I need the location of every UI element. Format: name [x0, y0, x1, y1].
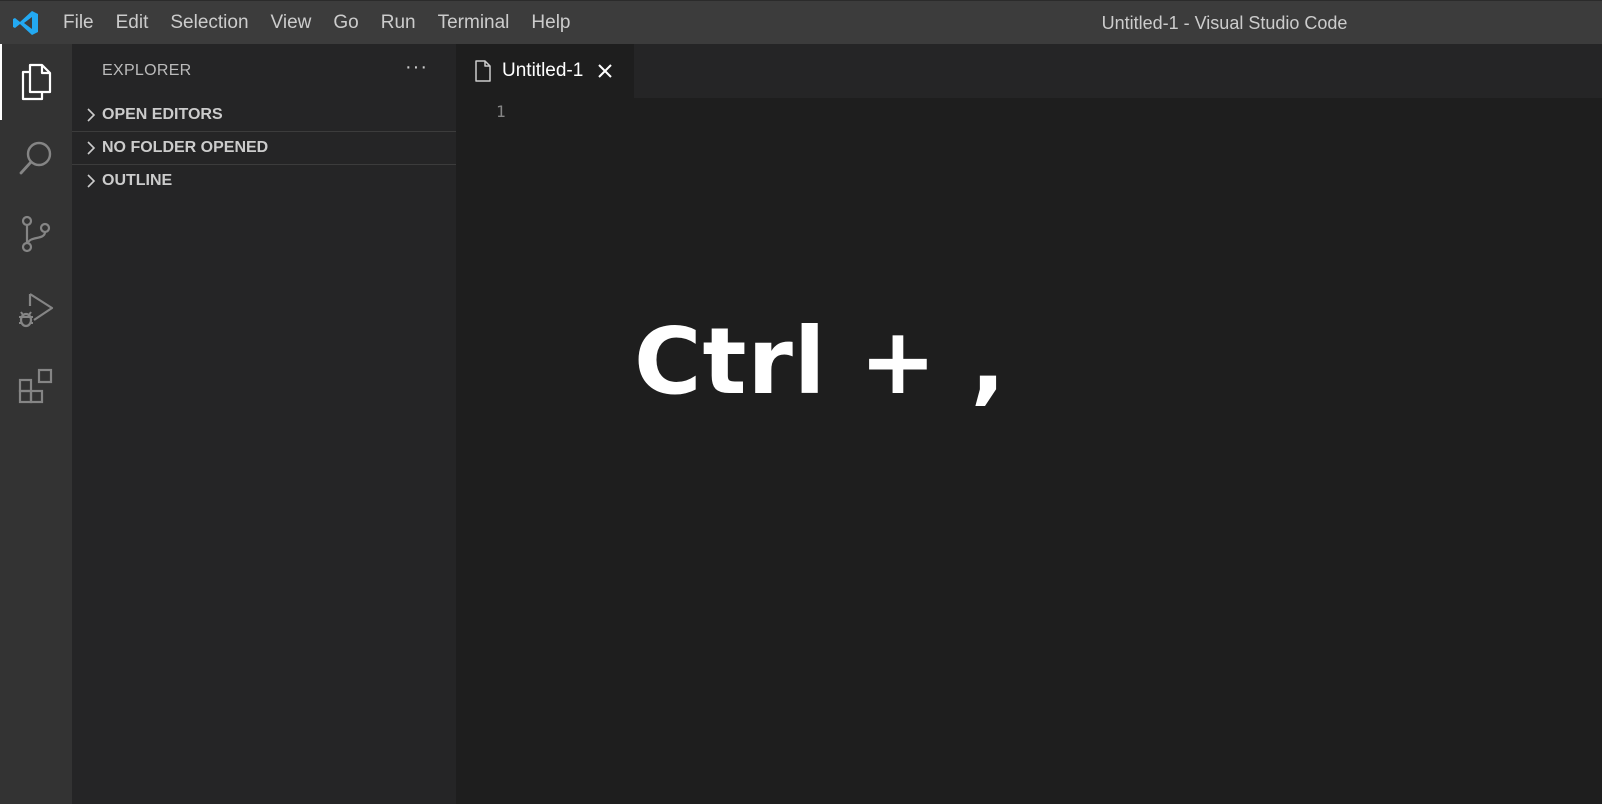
tab-untitled-1[interactable]: Untitled-1 [456, 44, 634, 98]
chevron-right-icon [82, 173, 100, 189]
run-debug-icon [19, 293, 54, 328]
activity-extensions[interactable] [0, 348, 72, 424]
sidebar-header: EXPLORER ··· [72, 44, 456, 98]
editor-tab-bar: Untitled-1 [456, 44, 1602, 98]
section-outline[interactable]: OUTLINE [72, 164, 456, 197]
activity-explorer[interactable] [0, 44, 72, 120]
section-label: OPEN EDITORS [102, 105, 223, 123]
line-number: 1 [496, 102, 506, 121]
files-icon [21, 63, 52, 101]
search-icon [19, 141, 52, 175]
tab-label: Untitled-1 [502, 60, 584, 81]
ellipsis-icon[interactable]: ··· [405, 57, 428, 77]
title-bar: File Edit Selection View Go Run Terminal… [0, 0, 1602, 44]
file-icon [475, 60, 491, 82]
activity-source-control[interactable] [0, 196, 72, 272]
section-label: OUTLINE [102, 172, 173, 189]
section-label: NO FOLDER OPENED [102, 139, 269, 156]
activity-search[interactable] [0, 120, 72, 196]
chevron-right-icon [82, 140, 100, 156]
keyboard-shortcut-overlay: Ctrl + , [634, 308, 1007, 415]
window-title: Untitled-1 - Visual Studio Code [1101, 13, 1348, 33]
editor-area[interactable]: 1 Ctrl + , [456, 98, 1602, 804]
close-icon[interactable] [597, 63, 613, 79]
activity-bar [0, 44, 72, 804]
extensions-icon [18, 368, 53, 404]
source-control-icon [21, 215, 51, 253]
chevron-right-icon [82, 107, 100, 123]
section-open-editors[interactable]: OPEN EDITORS [72, 98, 456, 131]
activity-run-debug[interactable] [0, 272, 72, 348]
sidebar-title: EXPLORER [102, 62, 192, 79]
section-no-folder-opened[interactable]: NO FOLDER OPENED [72, 131, 456, 164]
sidebar-explorer: EXPLORER ··· OPEN EDITORS NO FOLDER OPEN… [72, 44, 456, 804]
